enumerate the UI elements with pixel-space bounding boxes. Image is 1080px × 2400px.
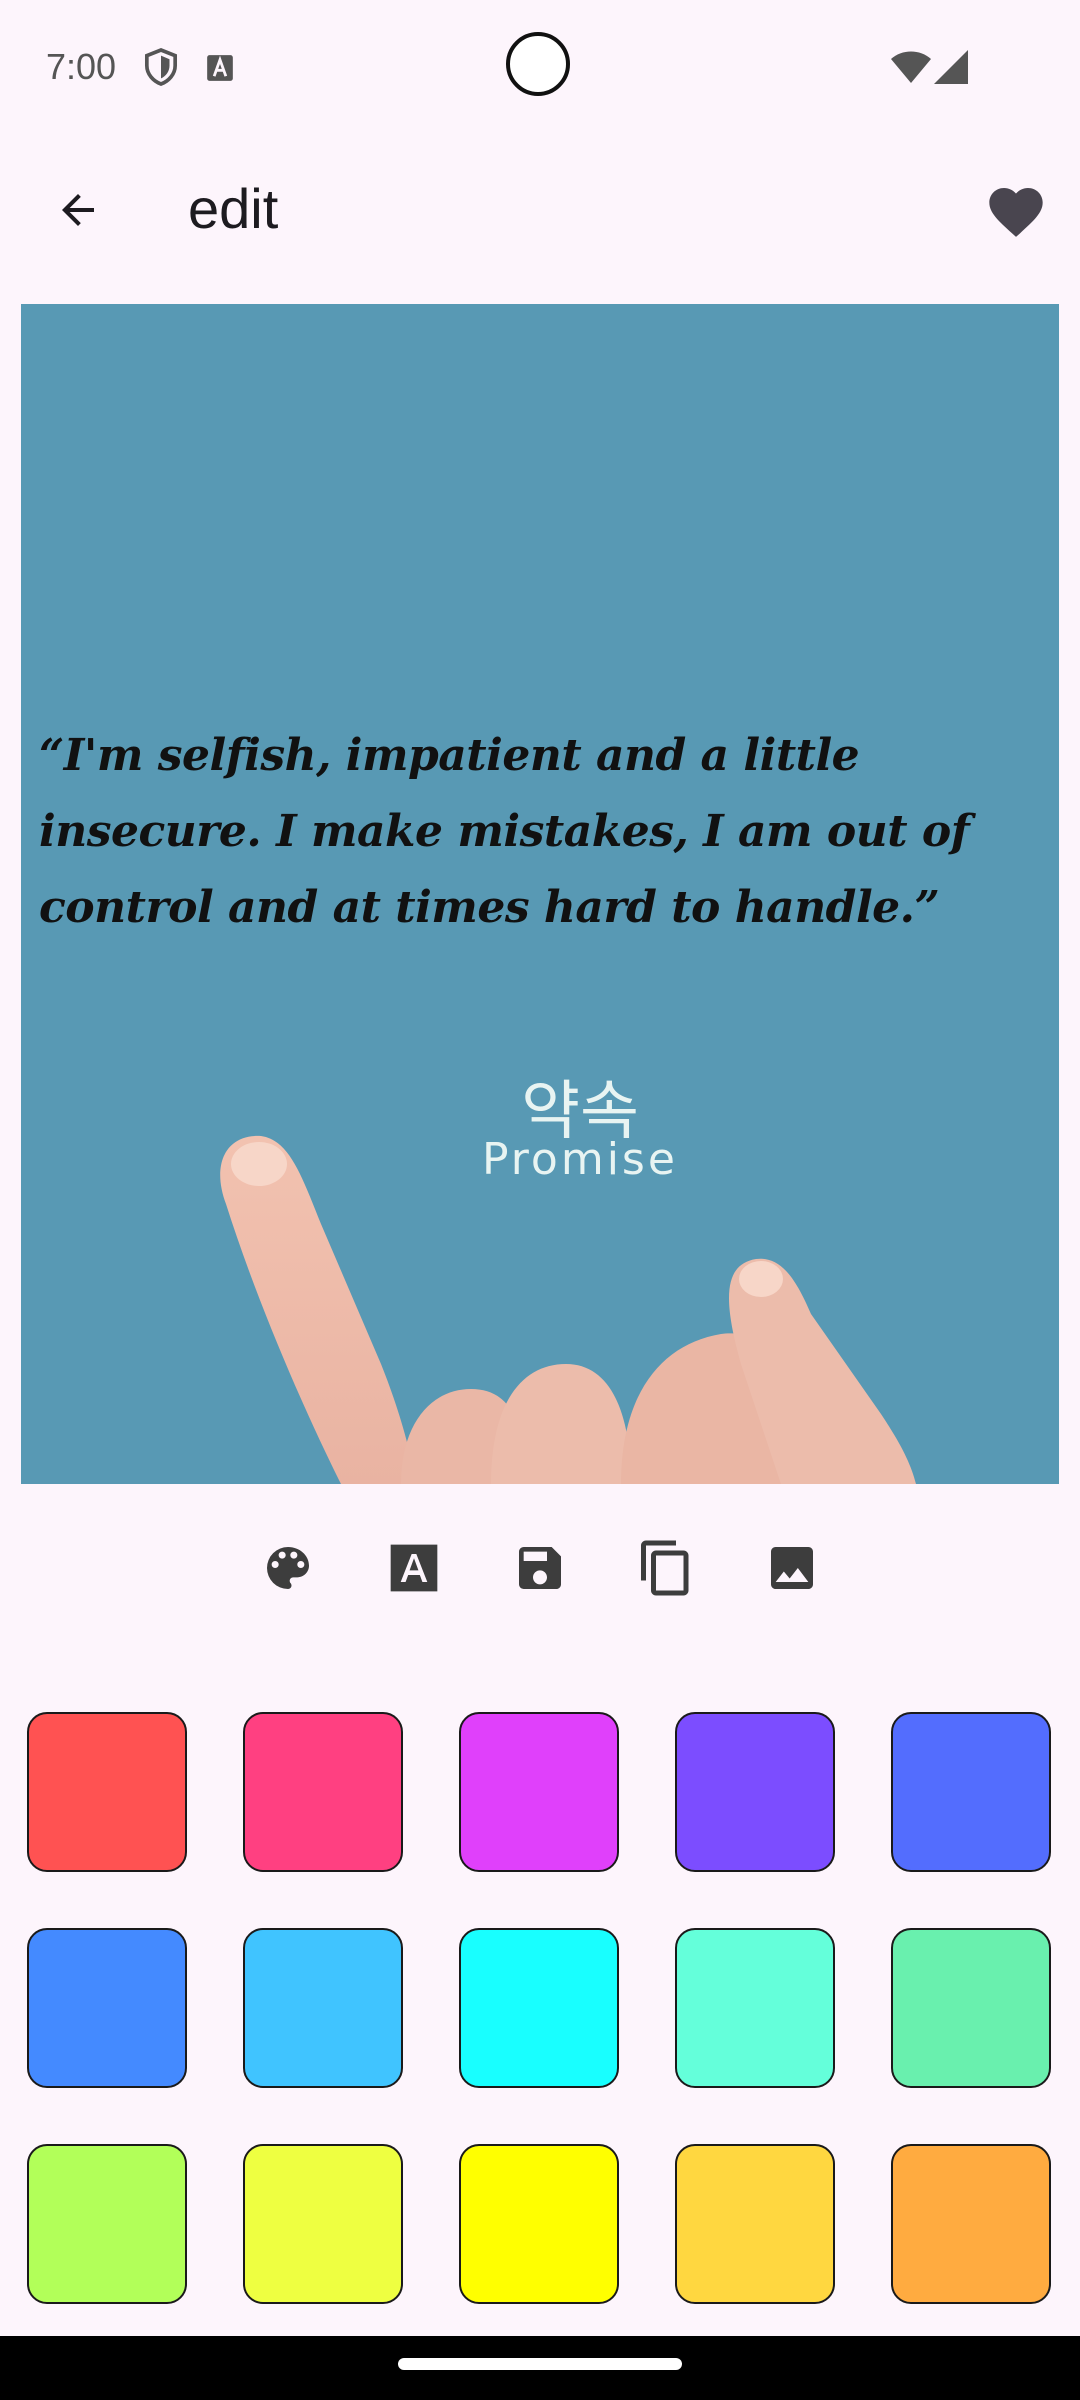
color-swatch[interactable] xyxy=(243,1712,403,1872)
keyboard-a-icon xyxy=(206,54,234,87)
color-palette-button[interactable] xyxy=(252,1530,324,1606)
home-gesture-handle[interactable] xyxy=(398,2358,682,2370)
app-bar: edit xyxy=(0,140,1080,280)
color-swatch[interactable] xyxy=(891,2144,1051,2304)
copy-button[interactable] xyxy=(630,1530,702,1606)
shield-icon xyxy=(144,48,178,91)
color-swatch[interactable] xyxy=(27,1712,187,1872)
color-swatch[interactable] xyxy=(891,1928,1051,2088)
color-swatch[interactable] xyxy=(675,1928,835,2088)
signal-icon xyxy=(934,50,968,89)
image-icon xyxy=(771,1547,813,1589)
text-format-icon xyxy=(390,1544,438,1592)
watermark-english-text: Promise xyxy=(482,1134,678,1185)
palette-icon xyxy=(267,1547,309,1589)
color-swatch[interactable] xyxy=(243,1928,403,2088)
save-button[interactable] xyxy=(504,1530,576,1606)
quote-text: “I'm selfish, impatient and a little ins… xyxy=(39,730,970,933)
system-navigation-bar xyxy=(0,2336,1080,2400)
status-time: 7:00 xyxy=(46,46,117,87)
heart-icon xyxy=(989,188,1043,237)
color-swatch[interactable] xyxy=(459,1928,619,2088)
color-swatch[interactable] xyxy=(459,2144,619,2304)
back-button[interactable] xyxy=(40,172,116,248)
save-icon xyxy=(519,1547,561,1589)
status-bar: 7:00 xyxy=(0,0,1080,140)
copy-icon xyxy=(641,1540,689,1596)
color-swatch[interactable] xyxy=(243,2144,403,2304)
wifi-icon xyxy=(890,50,932,89)
page-title: edit xyxy=(188,177,279,240)
camera-cutout xyxy=(506,32,570,96)
favorite-button[interactable] xyxy=(976,172,1056,252)
quote-preview-image[interactable]: “I'm selfish, impatient and a little ins… xyxy=(21,304,1059,1484)
color-swatch[interactable] xyxy=(675,1712,835,1872)
text-font-button[interactable] xyxy=(378,1530,450,1606)
color-swatch[interactable] xyxy=(459,1712,619,1872)
edit-toolbar xyxy=(0,1530,1080,1610)
background-image-button[interactable] xyxy=(756,1530,828,1606)
color-swatch[interactable] xyxy=(891,1712,1051,1872)
color-swatch[interactable] xyxy=(27,1928,187,2088)
arrow-back-icon xyxy=(62,194,94,226)
color-swatch[interactable] xyxy=(675,2144,835,2304)
color-swatch[interactable] xyxy=(27,2144,187,2304)
